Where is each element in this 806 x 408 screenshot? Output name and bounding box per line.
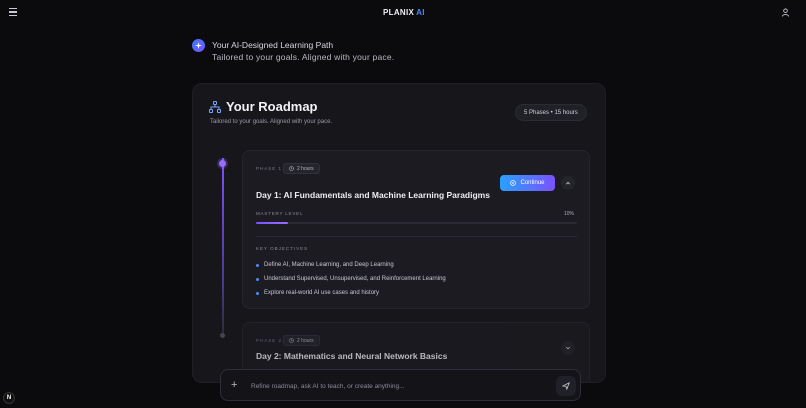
roadmap-title: Your Roadmap [226,99,318,114]
intro-title: Your AI-Designed Learning Path [212,40,334,50]
roadmap-meta-badge: 5 Phases • 15 hours [515,104,587,121]
chevron-up-icon [565,181,571,185]
bullet-icon [256,291,259,295]
phase-title: Day 2: Mathematics and Neural Network Ba… [256,351,448,361]
chevron-down-icon [565,346,571,350]
timeline-dot-active [219,160,226,167]
objective-text: Explore real-world AI use cases and hist… [264,290,380,296]
prompt-input[interactable] [251,378,551,394]
hours-text: 2 hours [297,337,314,344]
collapse-button[interactable] [561,176,575,190]
objectives-list: Define AI, Machine Learning, and Deep Le… [256,258,446,300]
mastery-progress-bar [256,222,577,224]
hours-text: 2 hours [297,165,314,172]
mastery-progress-fill [256,222,289,224]
phase-label: PHASE 2 [256,338,283,343]
logo-ai: AI [416,8,425,17]
network-icon [209,101,221,113]
roadmap-subtitle: Tailored to your goals. Aligned with you… [210,119,333,125]
continue-label: Continue [520,180,545,186]
clock-icon [289,166,294,171]
hours-badge: 2 hours [283,163,320,174]
roadmap-panel: Your Roadmap Tailored to your goals. Ali… [192,83,606,383]
objective-item: Explore real-world AI use cases and hist… [256,286,446,300]
objectives-heading: KEY OBJECTIVES [256,246,309,251]
app-logo: PLANIX AI [383,8,425,17]
phase-title: Day 1: AI Fundamentals and Machine Learn… [256,190,490,200]
hamburger-menu-icon[interactable] [9,8,17,16]
sparkle-icon [192,39,205,52]
clock-icon [289,338,294,343]
hours-badge: 2 hours [283,335,320,346]
objective-item: Understand Supervised, Unsupervised, and… [256,272,446,286]
send-button[interactable] [556,376,576,396]
bullet-icon [256,277,259,281]
corner-badge[interactable]: N [3,392,15,404]
prompt-bar: + [220,369,581,401]
intro-subtitle: Tailored to your goals. Aligned with you… [212,52,395,62]
mastery-label: MASTERY LEVEL [256,211,304,216]
play-circle-icon [510,180,517,186]
plus-icon[interactable]: + [231,380,237,391]
continue-button[interactable]: Continue [500,175,555,191]
objective-item: Define AI, Machine Learning, and Deep Le… [256,258,446,272]
timeline-line [222,158,224,338]
logo-text: PLANIX [383,8,415,17]
mastery-value: 10% [564,211,575,217]
top-bar: PLANIX AI [0,0,806,26]
expand-button[interactable] [561,341,575,355]
bullet-icon [256,263,259,267]
phase-label: PHASE 1 [256,166,283,171]
divider [256,236,577,237]
timeline-dot [220,333,225,338]
send-icon [562,382,570,390]
user-icon[interactable] [781,8,790,17]
phase-card-1[interactable]: PHASE 1 2 hours Day 1: AI Fundamentals a… [242,150,590,309]
objective-text: Define AI, Machine Learning, and Deep Le… [264,262,394,268]
objective-text: Understand Supervised, Unsupervised, and… [264,276,446,282]
